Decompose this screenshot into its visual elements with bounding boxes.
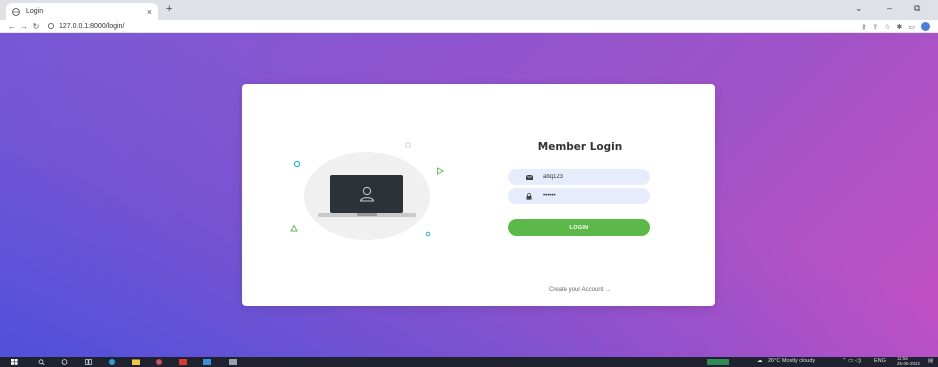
key-icon[interactable]: ⚷ bbox=[861, 23, 866, 31]
notification-icon[interactable]: ▤ bbox=[928, 358, 933, 364]
cortana-icon[interactable] bbox=[61, 359, 68, 365]
edge-icon[interactable] bbox=[108, 359, 116, 365]
app-icon[interactable] bbox=[203, 359, 211, 365]
tab-search-icon[interactable]: ⌄ bbox=[855, 3, 863, 14]
browser-tab-bar: Login × + ⌄ – ⧉ bbox=[0, 0, 938, 20]
file-explorer-icon[interactable] bbox=[132, 359, 140, 365]
login-card: Member Login LOGIN Create your Account → bbox=[242, 84, 715, 306]
close-tab-icon[interactable]: × bbox=[147, 7, 152, 17]
lock-icon bbox=[524, 192, 534, 200]
create-account-link[interactable]: Create your Account → bbox=[508, 287, 652, 293]
search-icon[interactable] bbox=[38, 359, 45, 365]
clock-date: 25-06-2022 bbox=[897, 361, 921, 366]
password-input[interactable] bbox=[543, 193, 633, 199]
language-indicator[interactable]: ENG bbox=[874, 358, 886, 364]
address-bar: ← → ↻ 127.0.0.1:8000/login/ ⚷ ⇪ ☆ ✱ ▭ bbox=[0, 20, 938, 33]
weather-status[interactable]: 26°C Mostly cloudy bbox=[768, 358, 815, 364]
new-tab-button[interactable]: + bbox=[166, 3, 172, 15]
login-button[interactable]: LOGIN bbox=[508, 219, 650, 236]
forward-arrow-icon[interactable]: → bbox=[18, 22, 30, 31]
globe-icon bbox=[12, 7, 20, 16]
acrobat-icon[interactable] bbox=[179, 359, 187, 365]
tray-icons[interactable]: ⌃ ▭ ◁) bbox=[842, 358, 861, 364]
triangle-decoration-icon bbox=[437, 167, 444, 175]
page-title: Member Login bbox=[537, 141, 623, 153]
login-illustration bbox=[242, 84, 482, 306]
url-field[interactable]: 127.0.0.1:8000/login/ bbox=[48, 23, 124, 30]
username-field[interactable] bbox=[508, 169, 650, 185]
windows-start-icon[interactable] bbox=[11, 359, 18, 365]
tab-title: Login bbox=[26, 8, 44, 15]
laptop-screen bbox=[330, 175, 403, 213]
envelope-icon bbox=[524, 174, 534, 180]
share-icon[interactable]: ⇪ bbox=[872, 23, 878, 31]
dot-decoration-icon bbox=[425, 231, 431, 237]
reload-icon[interactable]: ↻ bbox=[30, 22, 42, 31]
restore-button[interactable]: ⧉ bbox=[914, 3, 920, 14]
extensions-icon[interactable]: ✱ bbox=[897, 23, 903, 31]
task-view-icon[interactable] bbox=[85, 359, 92, 365]
page-background: Member Login LOGIN Create your Account → bbox=[0, 33, 938, 357]
sidebar-icon[interactable]: ▭ bbox=[908, 23, 915, 31]
back-arrow-icon[interactable]: ← bbox=[6, 22, 18, 31]
triangle-decoration-icon bbox=[290, 224, 298, 232]
username-input[interactable] bbox=[543, 174, 633, 180]
browser-tab[interactable]: Login × bbox=[6, 3, 158, 20]
app-window-icon[interactable] bbox=[229, 359, 237, 365]
circle-decoration-icon bbox=[293, 160, 301, 168]
user-icon bbox=[359, 186, 374, 202]
password-field[interactable] bbox=[508, 188, 650, 204]
square-decoration-icon bbox=[405, 142, 411, 148]
windows-taskbar: ☁ 26°C Mostly cloudy ⌃ ▭ ◁) ENG 11:56 25… bbox=[0, 356, 938, 367]
login-form: Member Login LOGIN Create your Account → bbox=[508, 84, 652, 306]
clock[interactable]: 11:56 25-06-2022 bbox=[897, 356, 920, 366]
laptop-notch bbox=[357, 213, 377, 216]
site-info-icon[interactable] bbox=[48, 23, 54, 29]
profile-avatar[interactable] bbox=[921, 22, 930, 31]
chrome-icon[interactable] bbox=[155, 359, 163, 365]
minimize-button[interactable]: – bbox=[887, 3, 892, 13]
star-icon[interactable]: ☆ bbox=[884, 23, 890, 31]
battery-icon[interactable] bbox=[707, 359, 729, 365]
url-text: 127.0.0.1:8000/login/ bbox=[59, 22, 125, 30]
weather-icon[interactable]: ☁ bbox=[757, 358, 763, 364]
